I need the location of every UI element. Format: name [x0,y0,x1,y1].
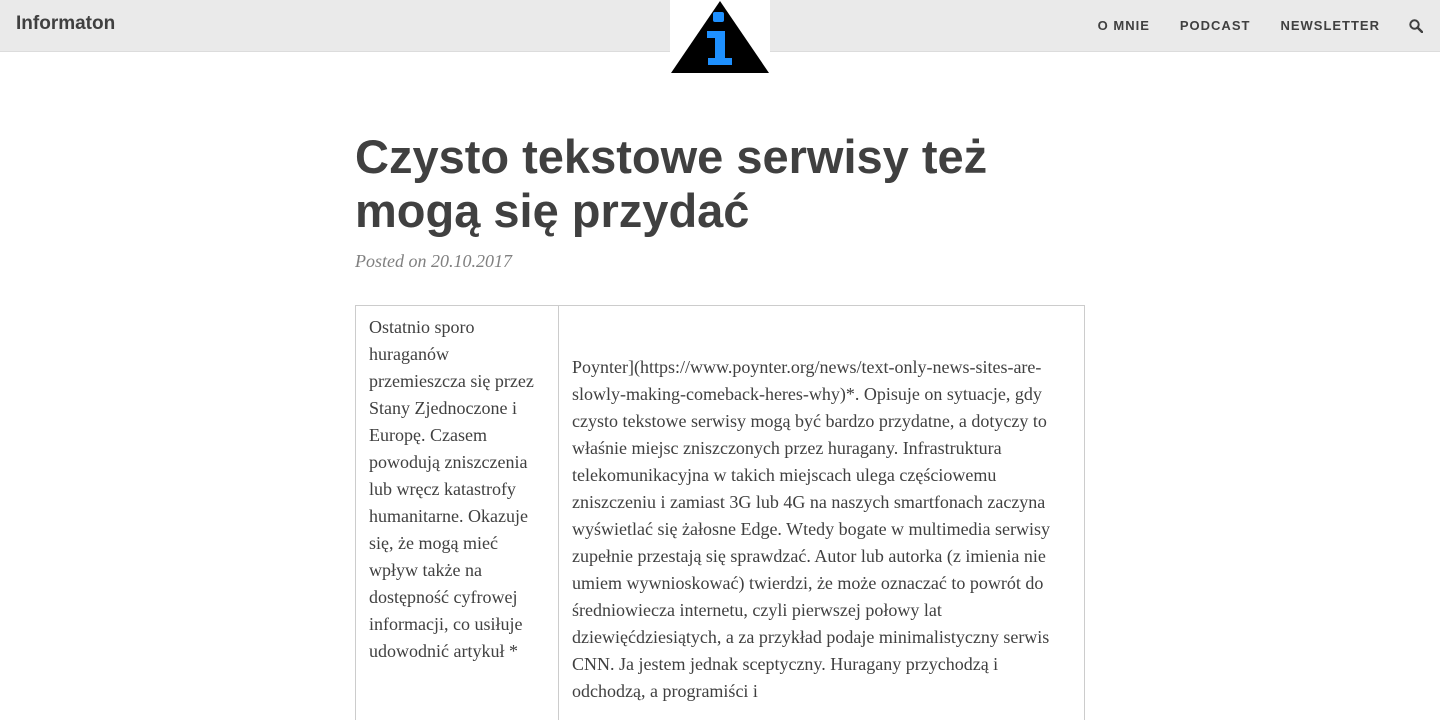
brand-link[interactable]: Informaton [16,13,115,35]
nav-link-o-mnie[interactable]: O MNIE [1098,18,1150,33]
table-cell-right: Poynter](https://www.poynter.org/news/te… [559,306,1084,720]
navbar: Informaton O MNIE PODCAST NEWSLETTER [0,0,1440,75]
post-title: Czysto tekstowe serwisy też mogą się prz… [355,130,988,237]
search-icon[interactable] [1408,18,1424,34]
nav-link-newsletter[interactable]: NEWSLETTER [1280,18,1380,33]
post-header: Czysto tekstowe serwisy też mogą się prz… [355,130,1085,272]
left-column-text: Ostatnio sporo huraganów przemieszcza si… [369,317,534,661]
nav-links: O MNIE PODCAST NEWSLETTER [1098,0,1440,51]
content-table: Ostatnio sporo huraganów przemieszcza si… [355,305,1085,720]
table-cell-left: Ostatnio sporo huraganów przemieszcza si… [356,306,559,720]
post-meta: Posted on 20.10.2017 [355,251,512,271]
nav-link-podcast[interactable]: PODCAST [1180,18,1251,33]
site-logo[interactable] [670,0,770,75]
right-column-text: Poynter](https://www.poynter.org/news/te… [572,357,1051,701]
info-triangle-logo-icon [671,1,769,73]
